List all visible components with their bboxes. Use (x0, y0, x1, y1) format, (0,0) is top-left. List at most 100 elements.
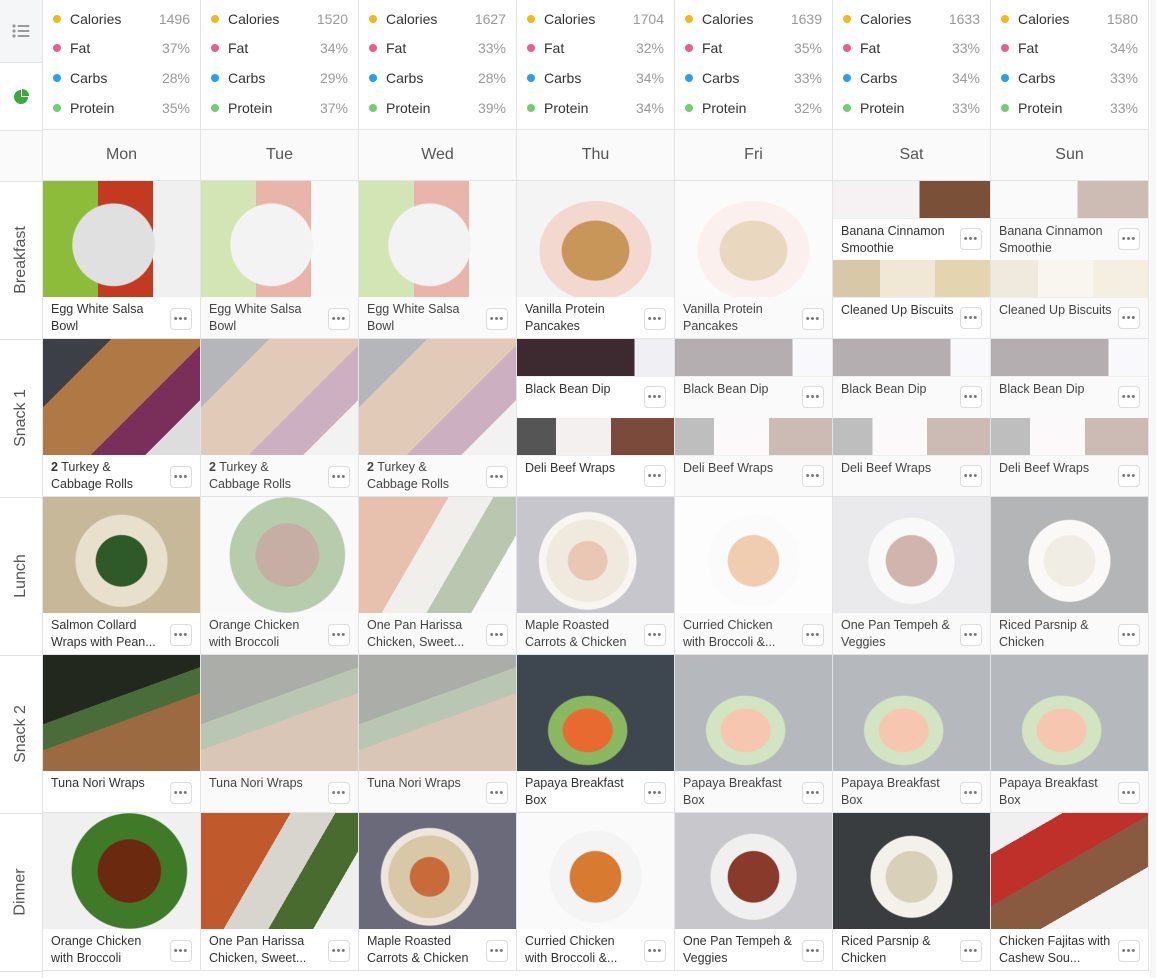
recipe-image[interactable] (359, 181, 516, 297)
meal-cell[interactable]: 2 Turkey & Cabbage Rolls ••• (359, 339, 516, 497)
more-options-button[interactable]: ••• (960, 624, 982, 646)
more-options-button[interactable]: ••• (170, 466, 192, 488)
recipe-image[interactable] (833, 181, 990, 218)
more-options-button[interactable]: ••• (802, 940, 824, 962)
meal-cell[interactable]: Tuna Nori Wraps ••• (201, 655, 358, 813)
meal-cell[interactable]: One Pan Tempeh & Veggies ••• (833, 497, 990, 655)
more-options-button[interactable]: ••• (1118, 307, 1140, 329)
more-options-button[interactable]: ••• (328, 940, 350, 962)
meal-cell[interactable]: Papaya Breakfast Box ••• (517, 655, 674, 813)
more-options-button[interactable]: ••• (960, 228, 982, 250)
more-options-button[interactable]: ••• (170, 308, 192, 330)
more-options-button[interactable]: ••• (170, 624, 192, 646)
more-options-button[interactable]: ••• (328, 624, 350, 646)
nutrition-view-button[interactable] (0, 63, 42, 130)
more-options-button[interactable]: ••• (1118, 228, 1140, 250)
meal-cell[interactable]: Vanilla Protein Pancakes ••• (517, 181, 674, 339)
meal-cell[interactable]: Riced Parsnip & Chicken ••• (991, 497, 1148, 655)
meal-item[interactable]: Banana Cinnamon Smoothie ••• (833, 181, 990, 260)
recipe-image[interactable] (359, 813, 516, 929)
recipe-image[interactable] (359, 339, 516, 455)
more-options-button[interactable]: ••• (960, 465, 982, 487)
recipe-image[interactable] (201, 339, 358, 455)
recipe-image[interactable] (833, 813, 990, 929)
recipe-image[interactable] (991, 655, 1148, 771)
recipe-image[interactable] (43, 655, 200, 771)
more-options-button[interactable]: ••• (486, 308, 508, 330)
more-options-button[interactable]: ••• (328, 466, 350, 488)
meal-cell[interactable]: Riced Parsnip & Chicken ••• (833, 813, 990, 971)
recipe-image[interactable] (201, 655, 358, 771)
recipe-image[interactable] (43, 181, 200, 297)
more-options-button[interactable]: ••• (644, 308, 666, 330)
meal-cell[interactable]: Tuna Nori Wraps ••• (359, 655, 516, 813)
list-view-button[interactable] (0, 0, 42, 63)
recipe-image[interactable] (43, 813, 200, 929)
more-options-button[interactable]: ••• (960, 940, 982, 962)
more-options-button[interactable]: ••• (1118, 940, 1140, 962)
recipe-image[interactable] (201, 181, 358, 297)
more-options-button[interactable]: ••• (1118, 386, 1140, 408)
recipe-image[interactable] (833, 497, 990, 613)
recipe-image[interactable] (675, 813, 832, 929)
recipe-image[interactable] (517, 813, 674, 929)
recipe-image[interactable] (201, 813, 358, 929)
day-header[interactable]: Mon (43, 130, 200, 181)
recipe-image[interactable] (991, 418, 1148, 455)
recipe-image[interactable] (517, 655, 674, 771)
more-options-button[interactable]: ••• (1118, 782, 1140, 804)
recipe-image[interactable] (675, 497, 832, 613)
more-options-button[interactable]: ••• (1118, 465, 1140, 487)
recipe-image[interactable] (675, 655, 832, 771)
meal-cell[interactable]: Egg White Salsa Bowl ••• (359, 181, 516, 339)
more-options-button[interactable]: ••• (802, 624, 824, 646)
meal-cell[interactable]: One Pan Harissa Chicken, Sweet... ••• (201, 813, 358, 971)
meal-cell[interactable]: Tuna Nori Wraps ••• (43, 655, 200, 813)
recipe-image[interactable] (991, 260, 1148, 297)
meal-cell[interactable]: 2 Turkey & Cabbage Rolls ••• (201, 339, 358, 497)
more-options-button[interactable]: ••• (486, 782, 508, 804)
meal-cell[interactable]: Vanilla Protein Pancakes ••• (675, 181, 832, 339)
more-options-button[interactable]: ••• (486, 466, 508, 488)
meal-cell[interactable]: Maple Roasted Carrots & Chicken ••• (359, 813, 516, 971)
meal-item[interactable]: Deli Beef Wraps ••• (833, 418, 990, 496)
meal-item[interactable]: Black Bean Dip ••• (991, 339, 1148, 418)
meal-cell[interactable]: Curried Chicken with Broccoli &... ••• (517, 813, 674, 971)
recipe-image[interactable] (43, 339, 200, 455)
day-header[interactable]: Fri (675, 130, 832, 181)
meal-cell[interactable]: Curried Chicken with Broccoli &... ••• (675, 497, 832, 655)
meal-cell[interactable]: 2 Turkey & Cabbage Rolls ••• (43, 339, 200, 497)
more-options-button[interactable]: ••• (328, 782, 350, 804)
more-options-button[interactable]: ••• (960, 386, 982, 408)
recipe-image[interactable] (675, 418, 832, 455)
more-options-button[interactable]: ••• (802, 308, 824, 330)
recipe-image[interactable] (833, 418, 990, 455)
meal-cell[interactable]: One Pan Tempeh & Veggies ••• (675, 813, 832, 971)
meal-cell[interactable]: Chicken Fajitas with Cashew Sou... ••• (991, 813, 1148, 971)
meal-cell[interactable]: Salmon Collard Wraps with Pean... ••• (43, 497, 200, 655)
recipe-image[interactable] (675, 181, 832, 297)
meal-item[interactable]: Black Bean Dip ••• (675, 339, 832, 418)
more-options-button[interactable]: ••• (644, 386, 666, 408)
recipe-image[interactable] (359, 655, 516, 771)
day-header[interactable]: Sun (991, 130, 1148, 181)
meal-cell[interactable]: Papaya Breakfast Box ••• (833, 655, 990, 813)
meal-item[interactable]: Cleaned Up Biscuits ••• (991, 260, 1148, 338)
recipe-image[interactable] (833, 655, 990, 771)
more-options-button[interactable]: ••• (170, 940, 192, 962)
meal-item[interactable]: Banana Cinnamon Smoothie ••• (991, 181, 1148, 260)
meal-cell[interactable]: Papaya Breakfast Box ••• (675, 655, 832, 813)
meal-item[interactable]: Deli Beef Wraps ••• (517, 418, 674, 496)
more-options-button[interactable]: ••• (170, 782, 192, 804)
more-options-button[interactable]: ••• (960, 307, 982, 329)
meal-cell[interactable]: Egg White Salsa Bowl ••• (43, 181, 200, 339)
recipe-image[interactable] (675, 339, 832, 376)
more-options-button[interactable]: ••• (644, 940, 666, 962)
recipe-image[interactable] (517, 181, 674, 297)
meal-item[interactable]: Cleaned Up Biscuits ••• (833, 260, 990, 338)
recipe-image[interactable] (43, 497, 200, 613)
more-options-button[interactable]: ••• (802, 386, 824, 408)
more-options-button[interactable]: ••• (1118, 624, 1140, 646)
more-options-button[interactable]: ••• (328, 308, 350, 330)
recipe-image[interactable] (517, 497, 674, 613)
